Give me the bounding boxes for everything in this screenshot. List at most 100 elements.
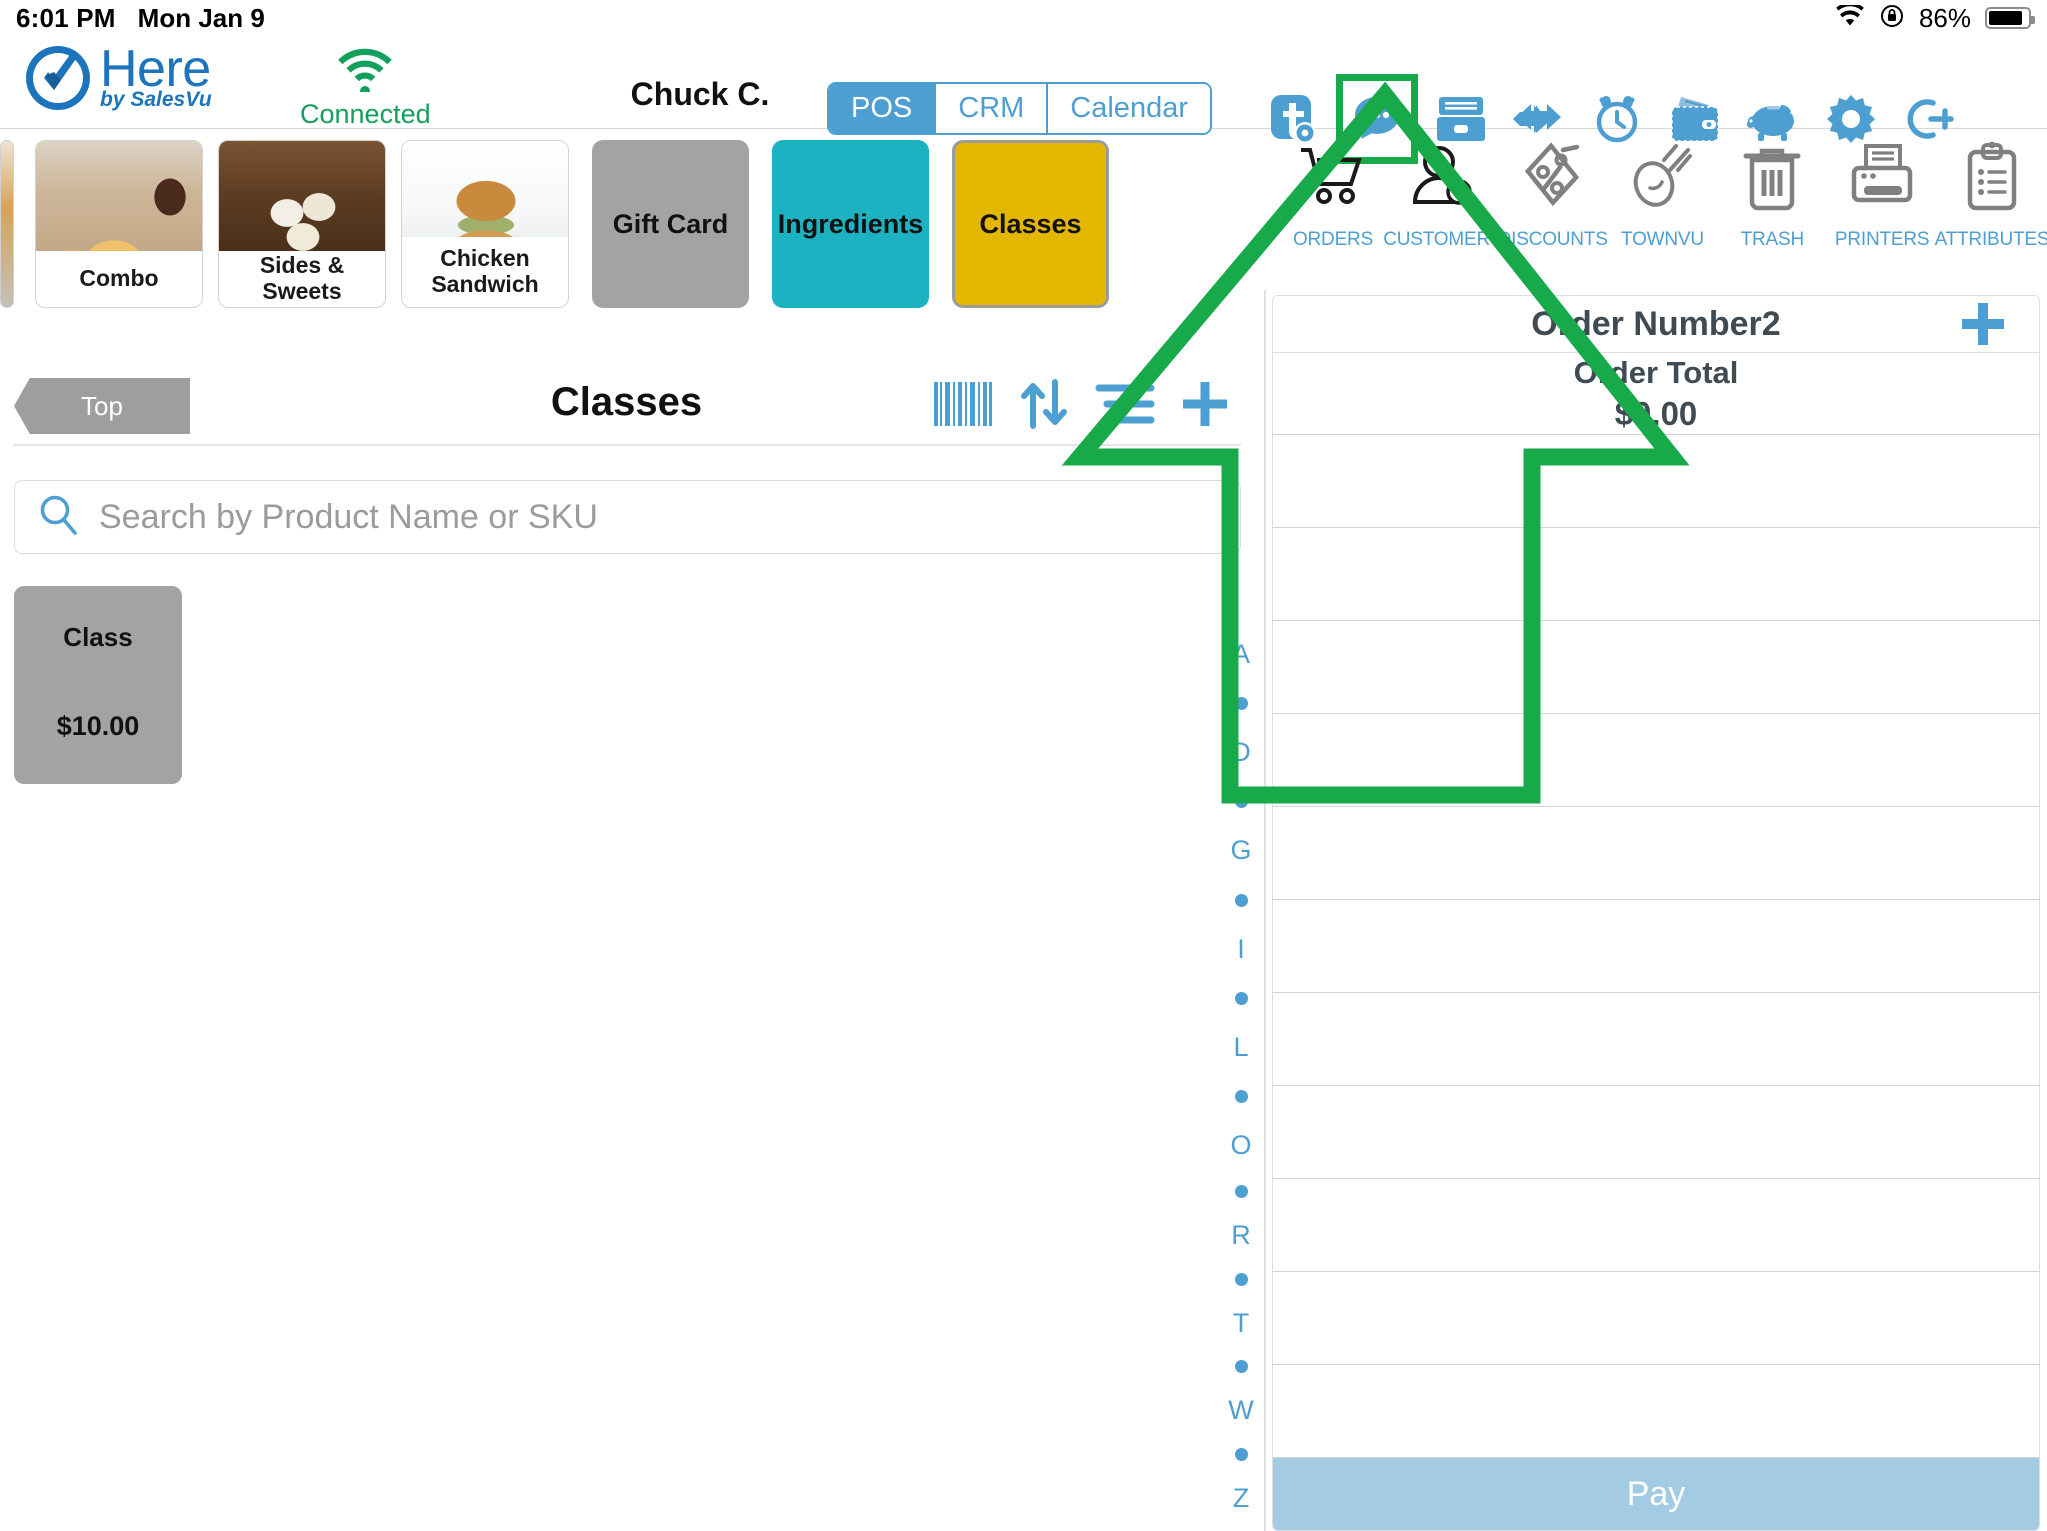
category-label: Chicken Sandwich — [431, 245, 539, 297]
alpha-index-l[interactable]: L — [1233, 1023, 1248, 1072]
order-panel-header: Order Number2 — [1273, 296, 2039, 354]
order-row-empty[interactable] — [1273, 1365, 2039, 1459]
mode-segmented-control[interactable]: POS CRM Calendar — [827, 82, 1212, 135]
strip-item-customers[interactable]: CUSTOMERS — [1383, 140, 1503, 251]
shopping-cart-icon — [1297, 140, 1369, 227]
status-bar-time: 6:01 PM — [16, 2, 116, 33]
alpha-index-dot[interactable] — [1234, 777, 1248, 826]
alpha-index-r[interactable]: R — [1231, 1214, 1251, 1258]
order-total-value: $0.00 — [1614, 394, 1698, 432]
order-row-empty[interactable] — [1273, 714, 2039, 808]
sides-sweets-photo — [219, 141, 385, 251]
order-total-block: Order Total $0.00 — [1273, 353, 2039, 436]
time-clock-icon[interactable] — [1589, 91, 1645, 147]
customer-add-icon — [1407, 140, 1479, 227]
alpha-index-dot[interactable] — [1234, 1345, 1248, 1389]
cash-drawer-icon[interactable] — [1433, 91, 1489, 147]
category-label: Combo — [79, 265, 159, 292]
order-row-empty[interactable] — [1273, 900, 2039, 994]
alpha-index-dot[interactable] — [1234, 1170, 1248, 1214]
strip-item-trash[interactable]: TRASH — [1721, 140, 1823, 251]
category-tile-partial[interactable] — [0, 140, 14, 308]
search-input[interactable]: Search by Product Name or SKU — [14, 480, 1241, 554]
tab-calendar[interactable]: Calendar — [1048, 84, 1210, 133]
settings-gear-icon[interactable] — [1823, 91, 1879, 147]
alpha-index-d[interactable]: D — [1231, 728, 1251, 777]
strip-item-orders[interactable]: ORDERS — [1282, 140, 1384, 251]
here-checkmark-logo — [22, 42, 94, 114]
catalog-header-icons — [933, 378, 1231, 430]
pay-button[interactable]: Pay — [1273, 1458, 2039, 1530]
strip-item-printers[interactable]: PRINTERS — [1831, 140, 1933, 251]
category-tile-gift-card[interactable]: Gift Card — [592, 140, 749, 308]
townvu-settings-icon[interactable] — [1265, 91, 1321, 147]
category-tile-sides-sweets[interactable]: Sides & Sweets — [218, 140, 386, 308]
sort-arrows-icon[interactable] — [1017, 378, 1071, 430]
discount-tag-icon — [1517, 140, 1589, 227]
alpha-index-w[interactable]: W — [1228, 1389, 1253, 1433]
alphabet-index-lower[interactable]: R T W Z — [1222, 1170, 1260, 1520]
order-row-empty[interactable] — [1273, 807, 2039, 901]
strip-item-discounts[interactable]: DISCOUNTS — [1498, 140, 1608, 251]
connection-label: Connected — [300, 99, 431, 129]
alpha-index-dot[interactable] — [1234, 679, 1248, 728]
order-row-empty[interactable] — [1273, 435, 2039, 529]
right-action-strip: ORDERS CUSTOMERS DISCOUNTS TOWNVU TRASH — [1278, 140, 2047, 268]
alpha-index-g[interactable]: G — [1230, 826, 1251, 875]
alpha-index-t[interactable]: T — [1233, 1301, 1250, 1345]
panel-divider — [1264, 290, 1266, 1531]
alpha-index-z[interactable]: Z — [1233, 1476, 1250, 1520]
strip-label: ATTRIBUTES — [1934, 229, 2047, 250]
wifi-signal-icon — [334, 48, 396, 97]
alpha-index-dot[interactable] — [1234, 875, 1248, 924]
combo-meal-photo — [36, 141, 202, 251]
product-price: $10.00 — [56, 711, 140, 741]
product-tile-class[interactable]: Class $10.00 — [14, 586, 182, 784]
category-label: Sides & Sweets — [259, 252, 345, 304]
category-label: Ingredients — [777, 208, 924, 239]
piggy-bank-icon[interactable] — [1745, 91, 1801, 147]
add-plus-icon[interactable] — [1957, 298, 2009, 350]
logout-icon[interactable] — [1901, 91, 1957, 147]
order-number: Order Number2 — [1531, 304, 1781, 343]
alphabet-index-upper[interactable]: A D G I L O — [1222, 630, 1260, 1170]
strip-label: TRASH — [1740, 229, 1805, 250]
strip-item-attributes[interactable]: ATTRIBUTES — [1935, 140, 2047, 251]
order-row-empty[interactable] — [1273, 1272, 2039, 1366]
strip-label: DISCOUNTS — [1497, 229, 1608, 250]
wallet-icon[interactable] — [1667, 91, 1723, 147]
alpha-index-dot[interactable] — [1234, 1072, 1248, 1121]
transfer-exchange-icon[interactable] — [1511, 91, 1567, 147]
alpha-index-dot[interactable] — [1234, 1433, 1248, 1477]
tab-pos[interactable]: POS — [829, 84, 937, 133]
order-row-empty[interactable] — [1273, 1179, 2039, 1273]
order-row-empty[interactable] — [1273, 1086, 2039, 1180]
rotation-lock-icon — [1879, 3, 1905, 34]
ios-status-bar: 6:01 PM Mon Jan 9 86% — [0, 0, 2047, 36]
alpha-index-dot[interactable] — [1234, 974, 1248, 1023]
order-row-empty[interactable] — [1273, 621, 2039, 715]
status-bar-date: Mon Jan 9 — [137, 2, 265, 33]
category-tile-ingredients[interactable]: Ingredients — [772, 140, 929, 308]
filter-list-icon[interactable] — [1095, 378, 1155, 430]
alpha-index-o[interactable]: O — [1230, 1121, 1251, 1170]
catalog-header-divider — [14, 444, 1241, 446]
category-tile-chicken-sandwich[interactable]: Chicken Sandwich — [401, 140, 569, 308]
tab-crm[interactable]: CRM — [936, 84, 1049, 133]
townvu-comet-icon — [1626, 140, 1698, 227]
strip-item-townvu[interactable]: TOWNVU — [1611, 140, 1713, 251]
alpha-index-i[interactable]: I — [1237, 925, 1245, 974]
search-placeholder: Search by Product Name or SKU — [99, 497, 598, 536]
category-tile-classes[interactable]: Classes — [952, 140, 1109, 308]
alpha-index-dot[interactable] — [1234, 1258, 1248, 1302]
order-row-empty[interactable] — [1273, 993, 2039, 1087]
category-tile-combo[interactable]: Combo — [35, 140, 203, 308]
add-plus-icon[interactable] — [1179, 378, 1231, 430]
logged-in-user: Chuck C. — [630, 76, 770, 112]
order-row-empty[interactable] — [1273, 528, 2039, 622]
app-header: Here by SalesVu Connected Chuck C. POS C… — [0, 36, 2047, 164]
barcode-scan-icon[interactable] — [933, 380, 993, 428]
alpha-index-a[interactable]: A — [1232, 630, 1250, 679]
back-to-top-button[interactable]: Top — [14, 378, 190, 434]
category-label: Gift Card — [612, 208, 729, 239]
